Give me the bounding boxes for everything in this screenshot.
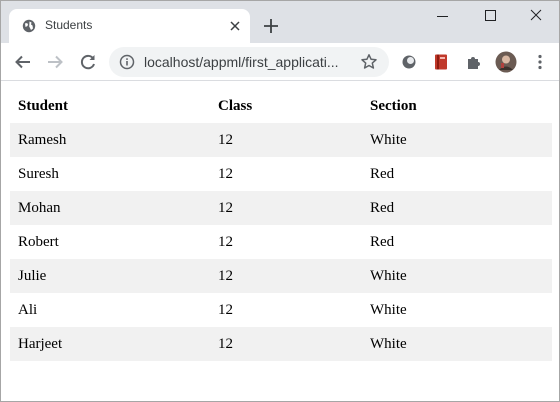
bookmark-red-icon[interactable] xyxy=(432,53,450,71)
cell-class: 12 xyxy=(218,335,233,352)
students-table: Student Class Section Ramesh 12 White Su… xyxy=(10,89,552,361)
cell-student: Mohan xyxy=(18,199,61,216)
menu-dots-icon[interactable] xyxy=(531,53,549,71)
browser-window: Students localhost/appml/first_applicati… xyxy=(0,0,560,402)
cell-section: Red xyxy=(370,233,395,250)
browser-toolbar: localhost/appml/first_applicati... xyxy=(1,43,559,81)
window-close-icon[interactable] xyxy=(513,1,559,31)
star-icon[interactable] xyxy=(360,53,378,71)
cell-student: Suresh xyxy=(18,165,59,182)
table-row: Julie 12 White xyxy=(10,259,552,293)
cell-section: Red xyxy=(370,165,395,182)
extension-circle-icon[interactable] xyxy=(400,53,418,71)
tab-title: Students xyxy=(45,18,93,32)
cell-student: Robert xyxy=(18,233,59,250)
tab-strip: Students xyxy=(1,1,559,43)
cell-class: 12 xyxy=(218,301,233,318)
close-icon[interactable] xyxy=(228,19,242,33)
cell-class: 12 xyxy=(218,165,233,182)
table-row: Mohan 12 Red xyxy=(10,191,552,225)
cell-class: 12 xyxy=(218,267,233,284)
globe-icon xyxy=(22,19,36,33)
cell-class: 12 xyxy=(218,131,233,148)
puzzle-icon[interactable] xyxy=(465,53,483,71)
table-row: Robert 12 Red xyxy=(10,225,552,259)
table-row: Harjeet 12 White xyxy=(10,327,552,361)
header-class: Class xyxy=(218,97,253,114)
plus-icon[interactable] xyxy=(262,17,280,35)
page-content: Student Class Section Ramesh 12 White Su… xyxy=(2,82,559,401)
cell-class: 12 xyxy=(218,199,233,216)
table-header-row: Student Class Section xyxy=(10,89,552,123)
url-text[interactable]: localhost/appml/first_applicati... xyxy=(144,54,339,70)
cell-student: Ramesh xyxy=(18,131,67,148)
table-row: Ramesh 12 White xyxy=(10,123,552,157)
table-row: Suresh 12 Red xyxy=(10,157,552,191)
cell-section: White xyxy=(370,267,407,284)
info-icon[interactable] xyxy=(119,54,135,70)
reload-icon[interactable] xyxy=(79,53,97,71)
tab-students[interactable]: Students xyxy=(9,9,250,43)
avatar[interactable] xyxy=(495,51,517,73)
header-student: Student xyxy=(18,97,69,114)
forward-icon[interactable] xyxy=(46,53,64,71)
address-bar[interactable]: localhost/appml/first_applicati... xyxy=(109,47,389,77)
minimize-icon[interactable] xyxy=(420,1,466,31)
cell-section: White xyxy=(370,131,407,148)
back-icon[interactable] xyxy=(14,53,32,71)
cell-section: White xyxy=(370,301,407,318)
cell-student: Julie xyxy=(18,267,47,284)
cell-student: Harjeet xyxy=(18,335,63,352)
cell-section: White xyxy=(370,335,407,352)
cell-class: 12 xyxy=(218,233,233,250)
cell-student: Ali xyxy=(18,301,38,318)
cell-section: Red xyxy=(370,199,395,216)
header-section: Section xyxy=(370,97,417,114)
maximize-icon[interactable] xyxy=(467,1,513,31)
table-row: Ali 12 White xyxy=(10,293,552,327)
